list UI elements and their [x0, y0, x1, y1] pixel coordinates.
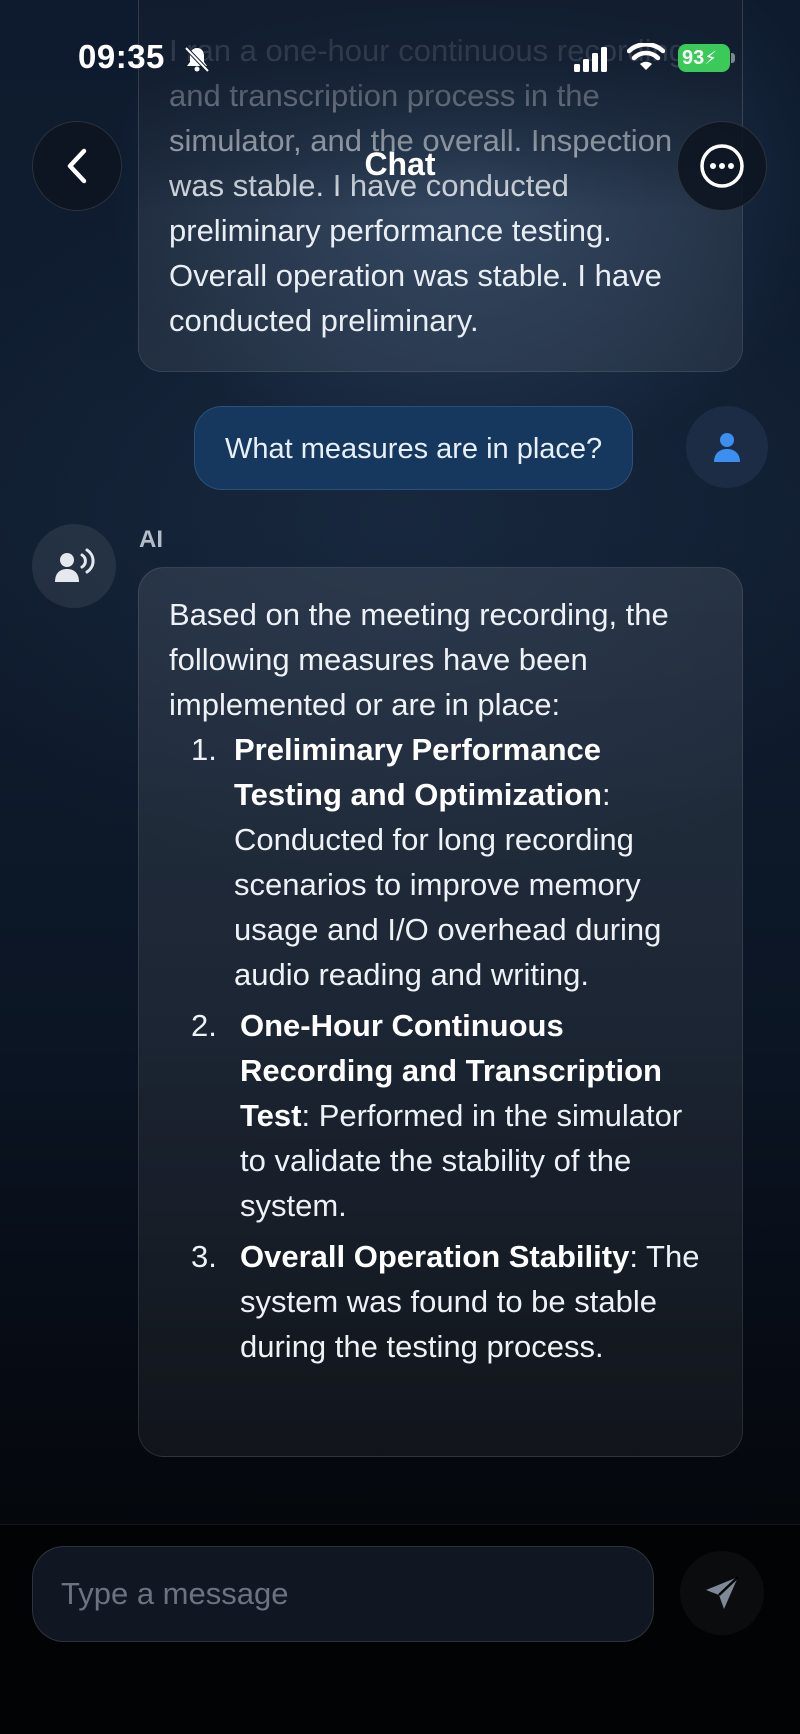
- voice-assistant-icon: [55, 548, 95, 582]
- wifi-icon: [627, 43, 665, 70]
- person-icon: [714, 433, 740, 462]
- user-avatar: [686, 406, 768, 488]
- ai-message-bubble: Based on the meeting recording, the foll…: [138, 567, 743, 1457]
- charging-bolt-icon: ⚡: [704, 48, 717, 68]
- send-icon: [706, 1576, 739, 1609]
- silent-bell-icon: [184, 46, 210, 73]
- list-item-number: 1.: [191, 732, 217, 767]
- list-item-title: Preliminary Performance Testing and Opti…: [234, 732, 602, 812]
- list-item-title: Overall Operation Stability: [240, 1239, 630, 1274]
- measures-list: 1. Preliminary Performance Testing and O…: [169, 727, 716, 1369]
- ai-message-intro: Based on the meeting recording, the foll…: [169, 597, 669, 722]
- battery-tip: [731, 53, 735, 63]
- more-options-button[interactable]: [677, 121, 767, 211]
- ellipsis-icon: [700, 144, 744, 188]
- send-button[interactable]: [680, 1551, 764, 1635]
- list-item: 2. One-Hour Continuous Recording and Tra…: [169, 1003, 716, 1228]
- list-item: 3. Overall Operation Stability: The syst…: [169, 1234, 716, 1369]
- list-item: 1. Preliminary Performance Testing and O…: [169, 727, 716, 997]
- ai-sender-label: AI: [139, 526, 163, 553]
- battery-level: 93: [682, 47, 705, 69]
- status-bar: 09:35 93⚡: [0, 0, 800, 110]
- message-input[interactable]: [32, 1546, 654, 1642]
- list-item-number: 3.: [191, 1239, 217, 1274]
- message-composer: [0, 1524, 800, 1734]
- status-time: 09:35: [78, 38, 165, 75]
- list-item-text: Conducted for long recording scenarios t…: [234, 822, 662, 992]
- ai-avatar: [32, 524, 116, 608]
- list-item-text: Performed in the simulator to validate t…: [240, 1098, 683, 1223]
- user-message-bubble: What measures are in place?: [194, 406, 634, 490]
- cellular-signal-icon: [574, 47, 607, 72]
- list-item-number: 2.: [191, 1008, 217, 1043]
- battery-indicator: 93⚡: [678, 44, 730, 72]
